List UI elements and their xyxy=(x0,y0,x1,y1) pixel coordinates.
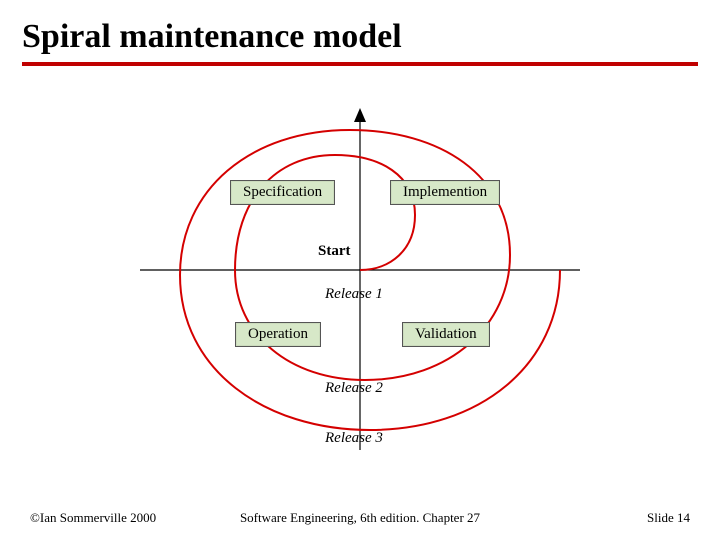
slide: Spiral maintenance model Start Specifica… xyxy=(0,0,720,540)
spiral-figure: Start Specification Implemention Operati… xyxy=(130,100,590,460)
arrowhead-icon xyxy=(354,108,366,122)
footer-right: Slide 14 xyxy=(647,510,690,526)
footer-left: ©Ian Sommerville 2000 xyxy=(30,510,156,526)
release-2-label: Release 2 xyxy=(325,380,383,397)
title-wrap: Spiral maintenance model xyxy=(0,0,720,56)
title-rule xyxy=(22,62,698,66)
spiral-svg xyxy=(130,100,590,460)
start-label: Start xyxy=(318,243,351,260)
box-implementation: Implemention xyxy=(390,180,500,205)
release-1-label: Release 1 xyxy=(325,286,383,303)
box-specification: Specification xyxy=(230,180,335,205)
footer: ©Ian Sommerville 2000 Software Engineeri… xyxy=(0,508,720,528)
release-3-label: Release 3 xyxy=(325,430,383,447)
page-title: Spiral maintenance model xyxy=(22,18,698,56)
box-operation: Operation xyxy=(235,322,321,347)
box-validation: Validation xyxy=(402,322,490,347)
